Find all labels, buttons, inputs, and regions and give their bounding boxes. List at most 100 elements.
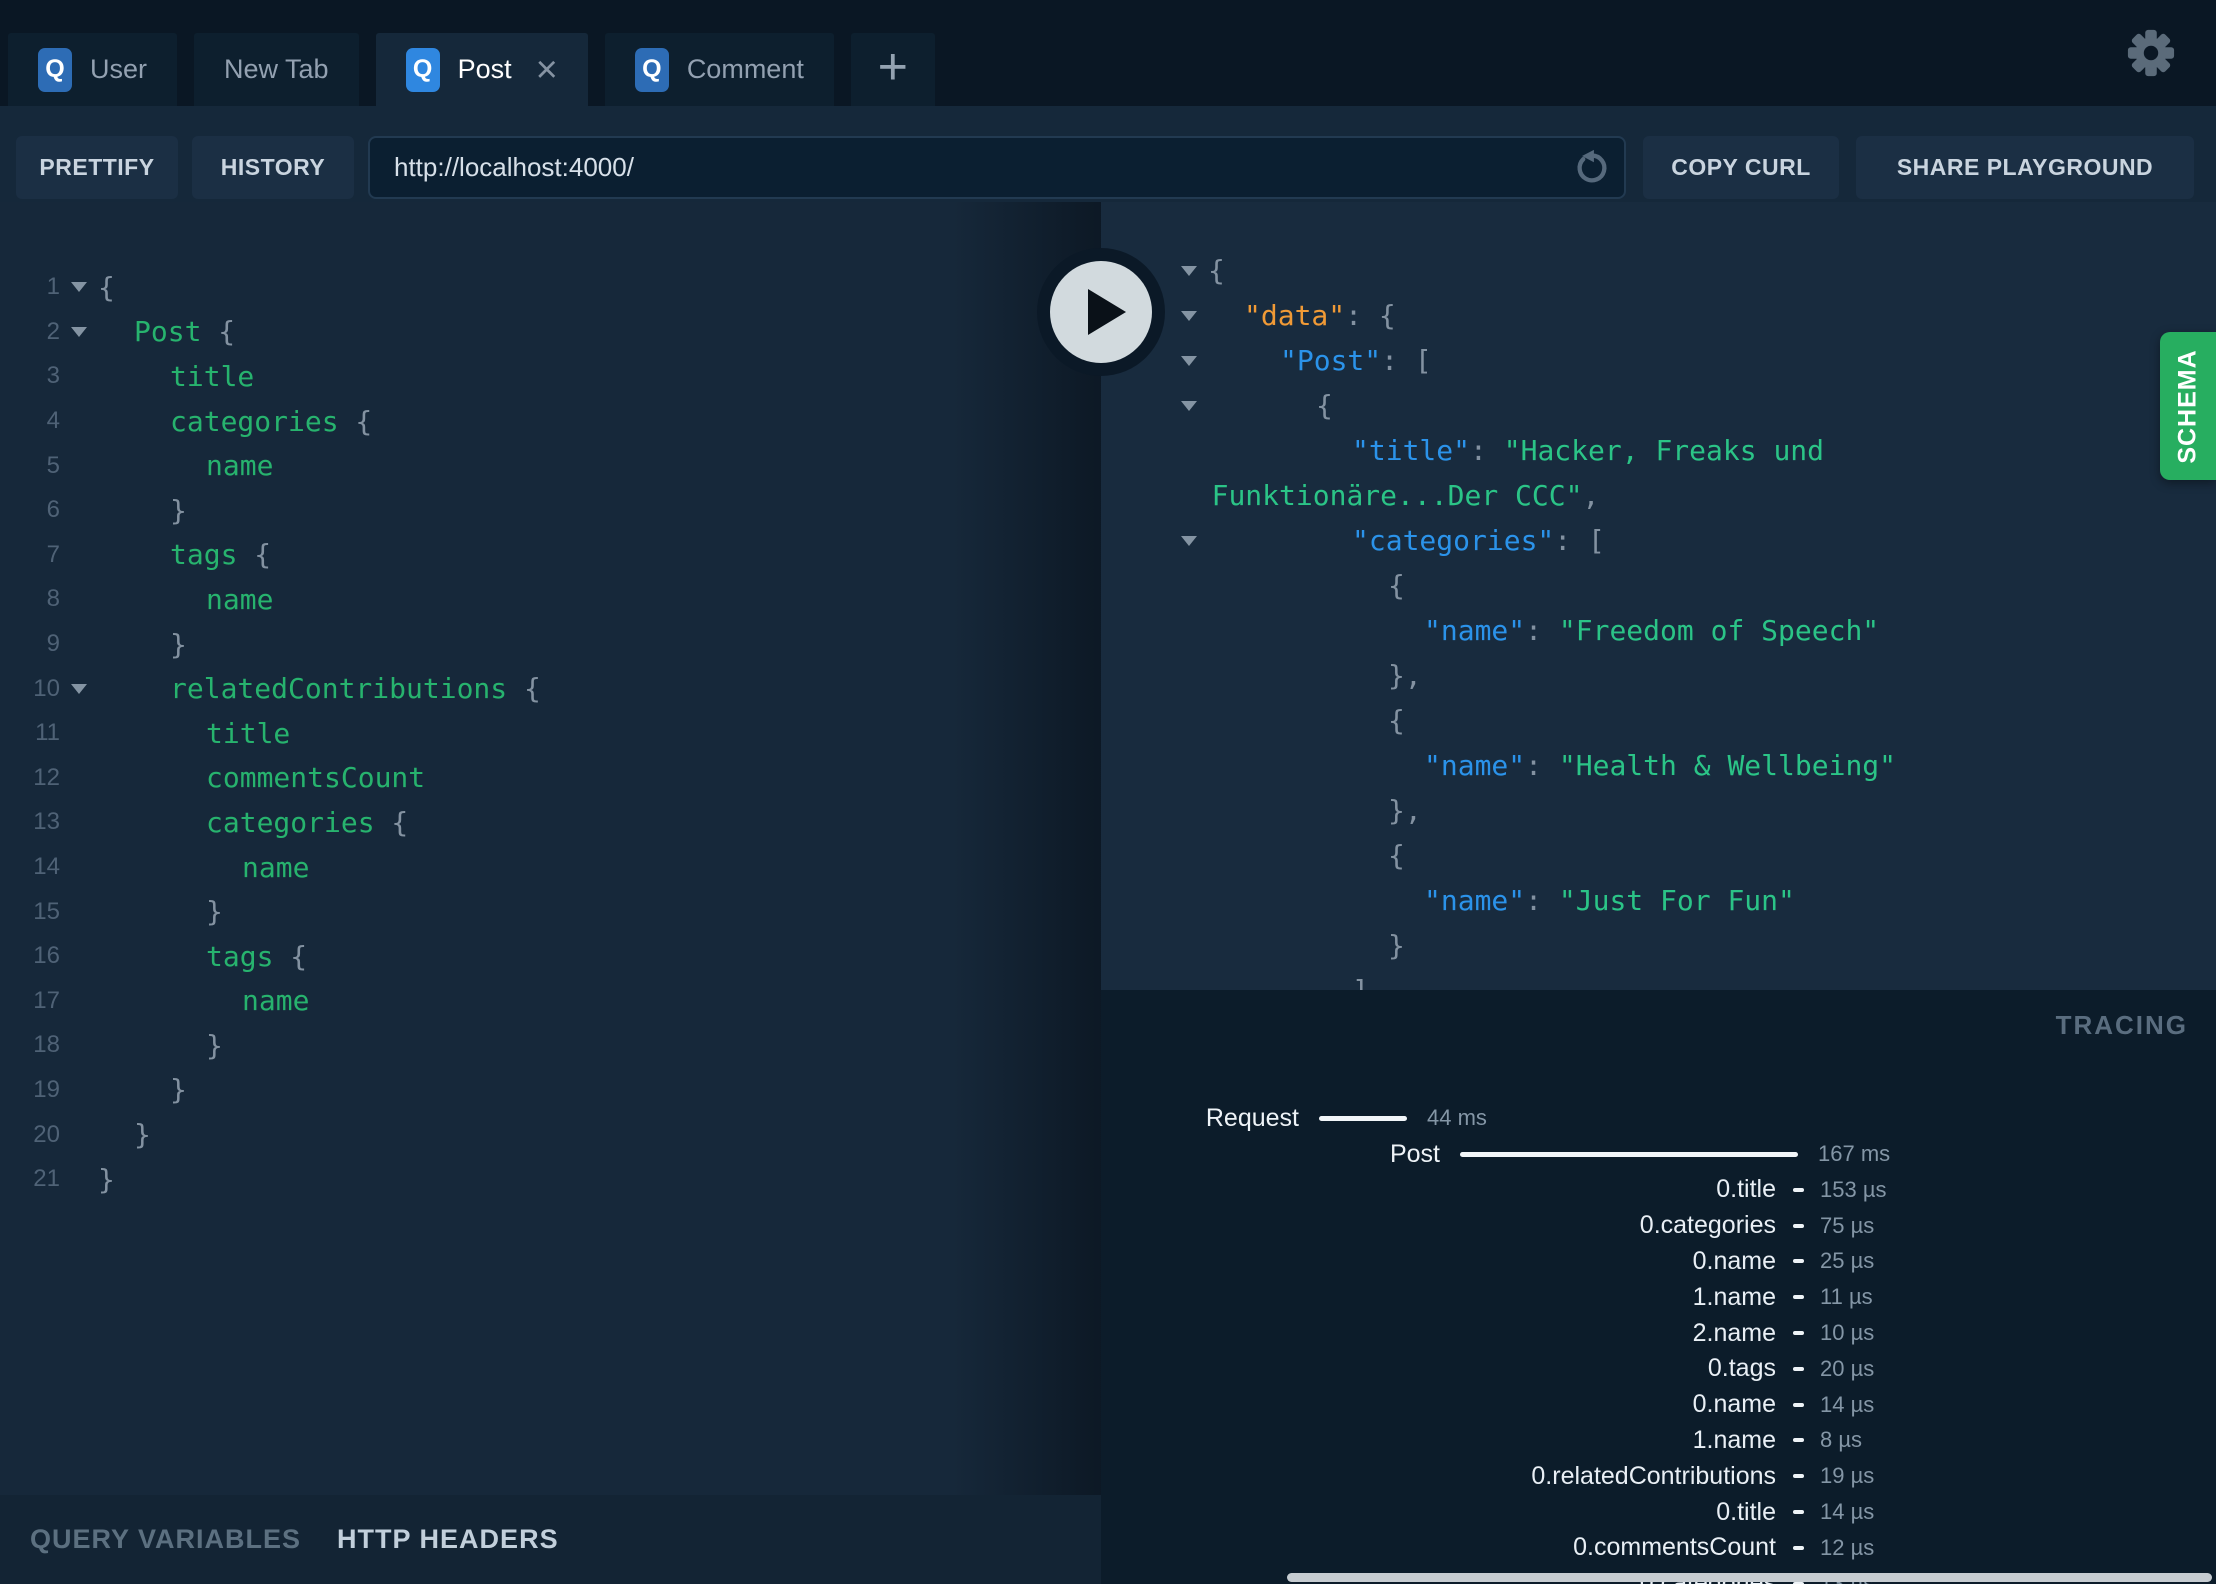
trace-value: 75 µs [1820, 1212, 1875, 1238]
response-line: "name": "Health & Wellbeing" [1101, 743, 2216, 788]
trace-dash [1776, 1331, 1820, 1335]
response-line: { [1101, 563, 2216, 608]
graphql-playground-window: Q User New Tab Q Post × Q Comment + PRETTIFY HI… [0, 0, 2216, 1584]
code-text: } [98, 1029, 223, 1062]
editor-line: 17 name [0, 979, 1101, 1024]
json-token: : [1470, 434, 1504, 467]
prettify-button[interactable]: PRETTIFY [16, 136, 178, 199]
fold-arrow-icon[interactable] [1181, 311, 1197, 321]
trace-label: 0.title [1716, 1175, 1776, 1204]
code-token: relatedContributions [170, 672, 508, 706]
trace-duration-bar [1460, 1151, 1798, 1157]
schema-tab-label: SCHEMA [2173, 348, 2202, 464]
tab-post[interactable]: Q Post × [375, 33, 588, 106]
line-number: 14 [33, 853, 60, 881]
trace-value: 19 µs [1820, 1463, 1875, 1489]
line-number: 16 [33, 942, 60, 970]
line-number: 20 [33, 1120, 60, 1148]
play-icon [1088, 289, 1126, 335]
fold-arrow-icon[interactable] [1181, 401, 1197, 411]
query-editor-pane: 1{2 Post {3 title 4 categories {5 name 6} 7 tags… [0, 202, 1101, 1584]
line-number: 10 [33, 674, 60, 702]
endpoint-url-input[interactable] [368, 136, 1626, 199]
code-token: name [206, 582, 274, 616]
trace-dash [1776, 1438, 1820, 1442]
line-number: 9 [46, 630, 60, 658]
editor-bottom-bar: QUERY VARIABLES HTTP HEADERS [0, 1495, 1101, 1584]
code-token: title [170, 359, 255, 393]
share-playground-button[interactable]: SHARE PLAYGROUND [1856, 136, 2194, 199]
fold-arrow-icon[interactable] [1181, 536, 1197, 546]
query-editor[interactable]: 1{2 Post {3 title 4 categories {5 name 6} 7 tags… [0, 202, 1101, 1201]
reload-schema-icon[interactable] [1572, 147, 1612, 187]
trace-label: 0.title [1716, 1497, 1776, 1526]
tracing-horizontal-scrollbar[interactable] [1287, 1573, 2212, 1582]
fold-arrow-icon[interactable] [1181, 356, 1197, 366]
line-number: 21 [33, 1165, 60, 1193]
response-line: "Post": [ [1101, 338, 2216, 383]
fold-arrow-icon[interactable] [1181, 266, 1197, 276]
trace-label: 2.name [1692, 1318, 1776, 1347]
code-text: name [98, 449, 273, 482]
code-token: } [170, 627, 187, 661]
response-line: "title": "Hacker, Freaks und [1101, 428, 2216, 473]
code-text: commentsCount [98, 761, 425, 794]
trace-span-row: Post 167 ms [1101, 1136, 2216, 1172]
line-number: 3 [46, 362, 60, 390]
code-text: title [98, 717, 290, 750]
code-text: name [98, 583, 273, 616]
code-token: tags [170, 538, 238, 572]
trace-label: 0.commentsCount [1573, 1533, 1776, 1562]
trace-value: 12 µs [1820, 1534, 1875, 1560]
code-text: } [98, 1163, 115, 1196]
json-token: }, [1388, 659, 1422, 692]
trace-row: 0.relatedContributions 19 µs [1101, 1458, 2216, 1494]
json-token: : [1525, 614, 1559, 647]
json-token: "Post" [1280, 344, 1382, 377]
fold-arrow-icon[interactable] [71, 683, 87, 694]
code-token: tags [206, 939, 274, 973]
trace-value: 10 µs [1820, 1320, 1875, 1346]
trace-dash [1776, 1474, 1820, 1478]
fold-slot [60, 326, 98, 337]
code-text: title [98, 360, 254, 393]
close-tab-icon[interactable]: × [536, 51, 558, 89]
json-token: "name" [1424, 749, 1526, 782]
code-text: name [98, 851, 309, 884]
code-text: tags { [98, 538, 271, 571]
code-text: Post { [98, 315, 235, 348]
trace-dash [1776, 1188, 1820, 1192]
response-line: Funktionäre...Der CCC", [1101, 473, 2216, 518]
json-token: "categories" [1352, 524, 1555, 557]
new-tab-button[interactable]: + [850, 33, 935, 106]
code-token: } [134, 1118, 151, 1152]
editor-line: 16 tags { [0, 934, 1101, 979]
tracing-panel: TRACING Request 44 ms Post 167 ms 0.title 153… [1101, 990, 2216, 1584]
history-button[interactable]: HISTORY [192, 136, 354, 199]
trace-row: 0.title 14 µs [1101, 1494, 2216, 1530]
trace-dash [1776, 1295, 1820, 1299]
json-token: "Freedom of Speech" [1558, 614, 1880, 647]
code-token: name [242, 850, 310, 884]
fold-arrow-icon[interactable] [71, 326, 87, 337]
line-number: 7 [46, 540, 60, 568]
json-token: { [1208, 254, 1225, 287]
trace-row: 1.name 11 µs [1101, 1279, 2216, 1315]
copy-curl-button[interactable]: COPY CURL [1643, 136, 1839, 199]
line-number: 18 [33, 1031, 60, 1059]
json-token: "Just For Fun" [1558, 884, 1795, 917]
tab-new-tab[interactable]: New Tab [194, 33, 359, 106]
tab-http-headers[interactable]: HTTP HEADERS [337, 1524, 559, 1555]
response-line: }, [1101, 788, 2216, 833]
tab-query-variables[interactable]: QUERY VARIABLES [30, 1524, 301, 1555]
fold-arrow-icon[interactable] [71, 282, 87, 293]
session-tab-bar: Q User New Tab Q Post × Q Comment + [0, 0, 2216, 106]
settings-gear-icon[interactable] [2126, 28, 2176, 78]
schema-side-tab[interactable]: SCHEMA [2160, 332, 2216, 480]
tab-user[interactable]: Q User [8, 33, 178, 106]
code-token: Post [134, 315, 202, 349]
response-line: "categories": [ [1101, 518, 2216, 563]
execute-query-button[interactable] [1037, 248, 1165, 376]
editor-line: 12 commentsCount [0, 756, 1101, 801]
tab-comment[interactable]: Q Comment [604, 33, 834, 106]
